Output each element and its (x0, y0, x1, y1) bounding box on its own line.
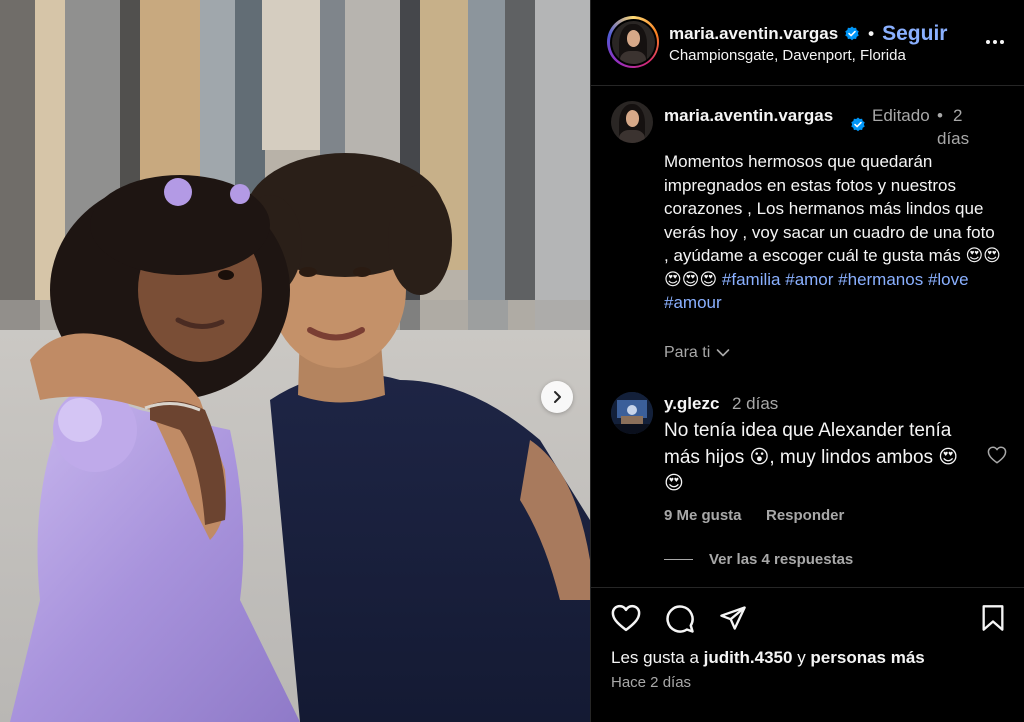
comment-bubble-icon[interactable] (665, 604, 695, 634)
post-header: maria.aventin.vargas • Seguir Championsg… (591, 0, 1024, 86)
reply-button[interactable]: Responder (766, 507, 844, 524)
caption-edited-label: Editado (872, 106, 930, 125)
verified-badge-icon (845, 26, 859, 41)
likes-middle: y (797, 648, 806, 667)
chevron-right-icon (554, 391, 561, 403)
comment-heart-icon[interactable] (987, 446, 1007, 464)
paper-plane-icon[interactable] (718, 604, 748, 632)
comment-time: 2 días (732, 394, 779, 413)
translation-toggle[interactable]: Para ti (664, 344, 730, 362)
more-options-icon[interactable] (983, 30, 1007, 54)
caption-timestamp: • 2 días (937, 104, 987, 150)
likes-summary: Les gusta a judith.4350 y personas más (611, 648, 925, 668)
author-avatar-story-ring[interactable] (607, 16, 659, 68)
likes-user-link[interactable]: judith.4350 (704, 648, 793, 667)
caption-text: Momentos hermosos que quedarán impregnad… (664, 150, 1004, 315)
header-separator: • (868, 24, 875, 43)
author-line: maria.aventin.vargas • Seguir (669, 22, 947, 46)
verified-badge-icon (851, 117, 865, 132)
comment-text: No tenía idea que Alexander tenía más hi… (664, 420, 959, 494)
author-username[interactable]: maria.aventin.vargas (669, 24, 838, 44)
next-photo-button[interactable] (541, 381, 573, 413)
likes-prefix: Les gusta a (611, 648, 699, 667)
commenter-avatar-image (611, 392, 653, 434)
comment-likes[interactable]: 9 Me gusta (664, 507, 742, 524)
caption-dot: • (937, 106, 943, 125)
hashtag-hermanos[interactable]: #hermanos (838, 270, 923, 289)
bookmark-icon[interactable] (981, 604, 1005, 632)
post-actions: Les gusta a judith.4350 y personas más H… (591, 587, 1024, 722)
follow-button[interactable]: Seguir (882, 22, 947, 46)
heart-icon[interactable] (611, 604, 641, 632)
chevron-down-icon (716, 349, 730, 357)
post-details-panel: maria.aventin.vargas • Seguir Championsg… (590, 0, 1024, 722)
hashtag-love[interactable]: #love (928, 270, 969, 289)
post-photo (0, 0, 590, 722)
caption-author-avatar[interactable] (611, 101, 653, 143)
photo-illustration (0, 0, 590, 722)
hashtag-amour[interactable]: #amour (664, 293, 722, 312)
hashtag-familia[interactable]: #familia (722, 270, 781, 289)
author-avatar (611, 20, 655, 64)
post-timestamp: Hace 2 días (611, 674, 692, 691)
likes-others-link[interactable]: personas más (810, 648, 924, 667)
view-replies-button[interactable]: Ver las 4 respuestas (709, 551, 853, 568)
caption-author-username[interactable]: maria.aventin.vargas (664, 104, 844, 127)
translation-toggle-label: Para ti (664, 344, 711, 361)
caption-body: Momentos hermosos que quedarán impregnad… (664, 152, 1001, 289)
replies-divider (664, 559, 693, 560)
hashtag-amor[interactable]: #amor (785, 270, 833, 289)
post-location[interactable]: Championsgate, Davenport, Florida (669, 47, 906, 64)
commenter-username[interactable]: y.glezc (664, 394, 719, 414)
commenter-avatar[interactable] (611, 392, 653, 434)
